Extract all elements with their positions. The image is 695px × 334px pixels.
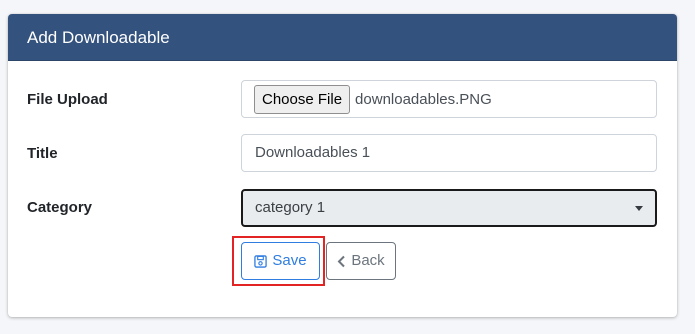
chevron-left-icon xyxy=(337,255,346,268)
category-selected-value: category 1 xyxy=(255,199,326,216)
choose-file-button[interactable]: Choose File xyxy=(254,84,351,114)
add-downloadable-card: Add Downloadable File Upload Choose File… xyxy=(8,14,677,317)
floppy-disk-icon xyxy=(254,254,268,268)
card-title: Add Downloadable xyxy=(8,14,677,61)
caret-down-icon xyxy=(635,206,643,211)
title-input[interactable]: Downloadables 1 xyxy=(241,134,657,172)
back-button[interactable]: Back xyxy=(326,242,396,280)
selected-file-name: downloadables.PNG xyxy=(355,90,492,108)
back-button-label: Back xyxy=(351,252,385,269)
file-upload-label: File Upload xyxy=(27,91,108,108)
title-label: Title xyxy=(27,145,58,162)
save-button-label: Save xyxy=(272,252,307,269)
file-upload-field[interactable]: Choose File downloadables.PNG xyxy=(241,80,657,118)
category-select[interactable]: category 1 xyxy=(241,189,657,227)
category-label: Category xyxy=(27,199,93,216)
save-button[interactable]: Save xyxy=(241,242,320,280)
